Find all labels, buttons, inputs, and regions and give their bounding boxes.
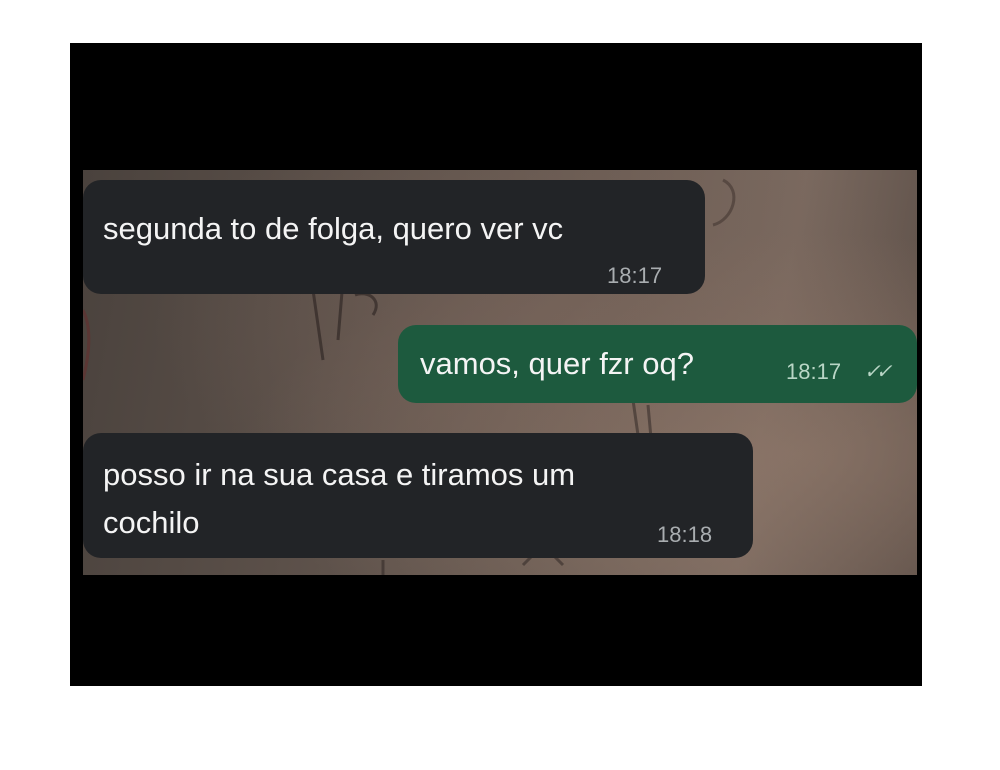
message-text: vamos, quer fzr oq? bbox=[420, 346, 694, 381]
screenshot-frame: segunda to de folga, quero ver vc 18:17 … bbox=[70, 43, 922, 686]
message-text-line: cochilo bbox=[103, 505, 200, 540]
double-check-icon: ✓✓ bbox=[864, 361, 892, 383]
message-timestamp: 18:18 bbox=[657, 522, 713, 547]
message-text: segunda to de folga, quero ver vc bbox=[103, 211, 564, 246]
chat-background: segunda to de folga, quero ver vc 18:17 … bbox=[83, 170, 917, 575]
message-timestamp: 18:17 bbox=[607, 263, 663, 288]
message-text-line: posso ir na sua casa e tiramos um bbox=[103, 457, 576, 492]
message-bubble-incoming[interactable]: segunda to de folga, quero ver vc 18:17 bbox=[83, 180, 705, 294]
message-bubble-incoming[interactable]: posso ir na sua casa e tiramos um cochil… bbox=[83, 433, 753, 558]
message-timestamp: 18:17 bbox=[786, 359, 842, 384]
message-bubble-outgoing[interactable]: vamos, quer fzr oq? 18:17 ✓✓ bbox=[398, 325, 917, 403]
